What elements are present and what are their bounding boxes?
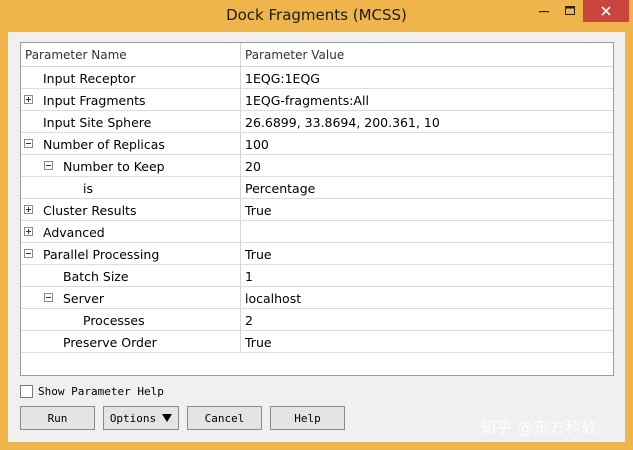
param-row-input-receptor[interactable]: Input Receptor 1EQG:1EQG (21, 67, 613, 89)
show-help-checkbox[interactable] (20, 385, 33, 398)
param-row-advanced[interactable]: Advanced (21, 221, 613, 243)
watermark: 知乎 @东方科软 (480, 418, 598, 437)
dropdown-triangle-icon (162, 412, 173, 425)
param-row-number-of-replicas[interactable]: Number of Replicas 100 (21, 133, 613, 155)
param-name: Server (63, 291, 104, 306)
param-name: Number of Replicas (43, 137, 165, 152)
param-name: Preserve Order (63, 335, 157, 350)
param-name: Input Fragments (43, 93, 146, 108)
expand-plus-icon[interactable] (24, 205, 33, 214)
param-name: Batch Size (63, 269, 129, 284)
param-name: Input Receptor (43, 71, 136, 86)
param-row-processes[interactable]: Processes 2 (21, 309, 613, 331)
close-icon (601, 6, 611, 16)
collapse-minus-icon[interactable] (24, 249, 33, 258)
param-value[interactable]: 26.6899, 33.8694, 200.361, 10 (245, 115, 440, 130)
param-name: Processes (83, 313, 145, 328)
param-value[interactable]: 1EQG:1EQG (245, 71, 320, 86)
param-value[interactable]: 1EQG-fragments:All (245, 93, 369, 108)
param-row-is[interactable]: is Percentage (21, 177, 613, 199)
expand-plus-icon[interactable] (24, 95, 33, 104)
param-value[interactable]: 2 (245, 313, 253, 328)
param-row-input-site-sphere[interactable]: Input Site Sphere 26.6899, 33.8694, 200.… (21, 111, 613, 133)
param-name: Advanced (43, 225, 105, 240)
param-value[interactable]: True (245, 335, 272, 350)
maximize-button[interactable] (557, 0, 583, 22)
param-value[interactable]: True (245, 203, 272, 218)
param-value[interactable]: 20 (245, 159, 261, 174)
param-value[interactable]: localhost (245, 291, 301, 306)
show-help-label: Show Parameter Help (38, 385, 164, 398)
param-name: Number to Keep (63, 159, 165, 174)
param-row-cluster-results[interactable]: Cluster Results True (21, 199, 613, 221)
param-row-preserve-order[interactable]: Preserve Order True (21, 331, 613, 353)
maximize-icon (565, 6, 575, 15)
param-name: Input Site Sphere (43, 115, 152, 130)
dock-fragments-window: Dock Fragments (MCSS) Parameter Name Par… (0, 0, 633, 450)
param-row-server[interactable]: Server localhost (21, 287, 613, 309)
help-button[interactable]: Help (270, 406, 345, 430)
param-row-number-to-keep[interactable]: Number to Keep 20 (21, 155, 613, 177)
collapse-minus-icon[interactable] (24, 139, 33, 148)
param-row-batch-size[interactable]: Batch Size 1 (21, 265, 613, 287)
param-value[interactable]: Percentage (245, 181, 315, 196)
param-row-input-fragments[interactable]: Input Fragments 1EQG-fragments:All (21, 89, 613, 111)
title-bar: Dock Fragments (MCSS) (0, 0, 633, 32)
header-parameter-name[interactable]: Parameter Name (21, 43, 241, 66)
param-value[interactable]: True (245, 247, 272, 262)
header-parameter-value[interactable]: Parameter Value (241, 43, 613, 66)
close-button[interactable] (583, 0, 629, 22)
param-value[interactable]: 100 (245, 137, 269, 152)
param-name: is (83, 181, 93, 196)
dialog-body: Parameter Name Parameter Value Input Rec… (8, 32, 625, 442)
param-row-parallel-processing[interactable]: Parallel Processing True (21, 243, 613, 265)
param-name: Parallel Processing (43, 247, 160, 262)
collapse-minus-icon[interactable] (44, 161, 53, 170)
collapse-minus-icon[interactable] (44, 293, 53, 302)
options-button[interactable]: Options (103, 406, 179, 430)
param-name: Cluster Results (43, 203, 137, 218)
expand-plus-icon[interactable] (24, 227, 33, 236)
run-button[interactable]: Run (20, 406, 95, 430)
param-value[interactable]: 1 (245, 269, 253, 284)
grid-header: Parameter Name Parameter Value (21, 43, 613, 67)
minimize-button[interactable] (531, 0, 557, 22)
minimize-icon (539, 11, 549, 13)
parameter-grid: Parameter Name Parameter Value Input Rec… (20, 42, 614, 376)
cancel-button[interactable]: Cancel (187, 406, 262, 430)
